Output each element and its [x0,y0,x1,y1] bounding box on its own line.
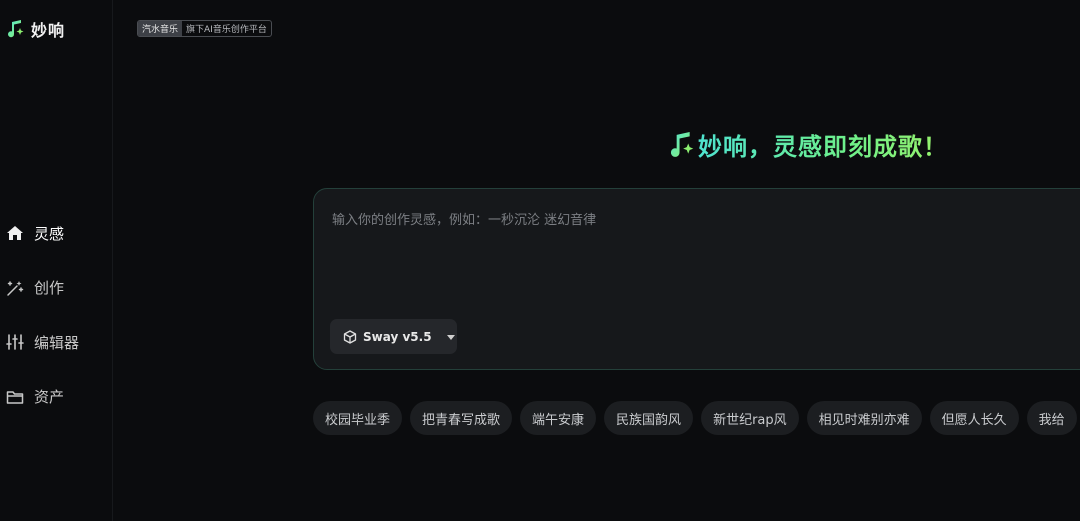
suggestion-chip[interactable]: 我给 [1026,401,1077,435]
sidebar-item-assets[interactable]: 资产 [0,379,112,415]
badge-sub: 旗下AI音乐创作平台 [186,25,267,35]
suggestion-chip[interactable]: 校园毕业季 [313,401,403,435]
music-note-icon [8,20,24,38]
sidebar-item-inspiration[interactable]: 灵感 [0,215,112,251]
music-note-icon [670,131,694,157]
hero-text: 妙响，灵感即刻成歌！ [698,127,948,162]
sidebar-item-label: 编辑器 [34,333,80,352]
suggestion-chip[interactable]: 把青春写成歌 [410,401,513,435]
prompt-box: Sway v5.5 [313,188,1080,370]
suggestion-chip[interactable]: 新世纪rap风 [701,401,799,435]
suggestion-chip[interactable]: 相见时难别亦难 [806,401,922,435]
sliders-icon [6,333,24,351]
suggestion-chips: 校园毕业季 把青春写成歌 端午安康 民族国韵风 新世纪rap风 相见时难别亦难 … [313,401,1077,435]
app-logo[interactable]: 妙响 [6,17,65,41]
sidebar-item-label: 创作 [34,279,65,297]
chevron-down-icon [446,333,456,341]
magic-wand-icon [6,279,24,297]
badge-main: 汽水音乐 [138,21,183,36]
sidebar-item-label: 资产 [34,388,65,406]
model-select[interactable]: Sway v5.5 [330,319,457,354]
model-label: Sway v5.5 [363,329,432,344]
prompt-input[interactable] [330,207,1074,311]
suggestion-chip[interactable]: 民族国韵风 [604,401,694,435]
hero-title: 妙响，灵感即刻成歌！ [668,127,948,162]
brand-badge: 汽水音乐 旗下AI音乐创作平台 [137,20,272,37]
sidebar: 妙响 灵感 创作 编辑器 资产 [0,0,113,521]
sidebar-nav: 灵感 创作 编辑器 资产 [0,215,112,433]
app-root: 妙响 灵感 创作 编辑器 资产 汽水音乐 旗下AI音乐创作平台 妙响，灵感即刻成… [0,0,1080,521]
folder-icon [6,388,24,406]
cube-icon [343,329,357,344]
sidebar-item-editor[interactable]: 编辑器 [0,324,112,360]
suggestion-chip[interactable]: 端午安康 [520,401,597,435]
sidebar-item-create[interactable]: 创作 [0,270,112,306]
suggestion-chip[interactable]: 但愿人长久 [929,401,1019,435]
app-name: 妙响 [31,21,66,40]
home-icon [6,224,24,242]
sidebar-item-label: 灵感 [34,224,65,243]
